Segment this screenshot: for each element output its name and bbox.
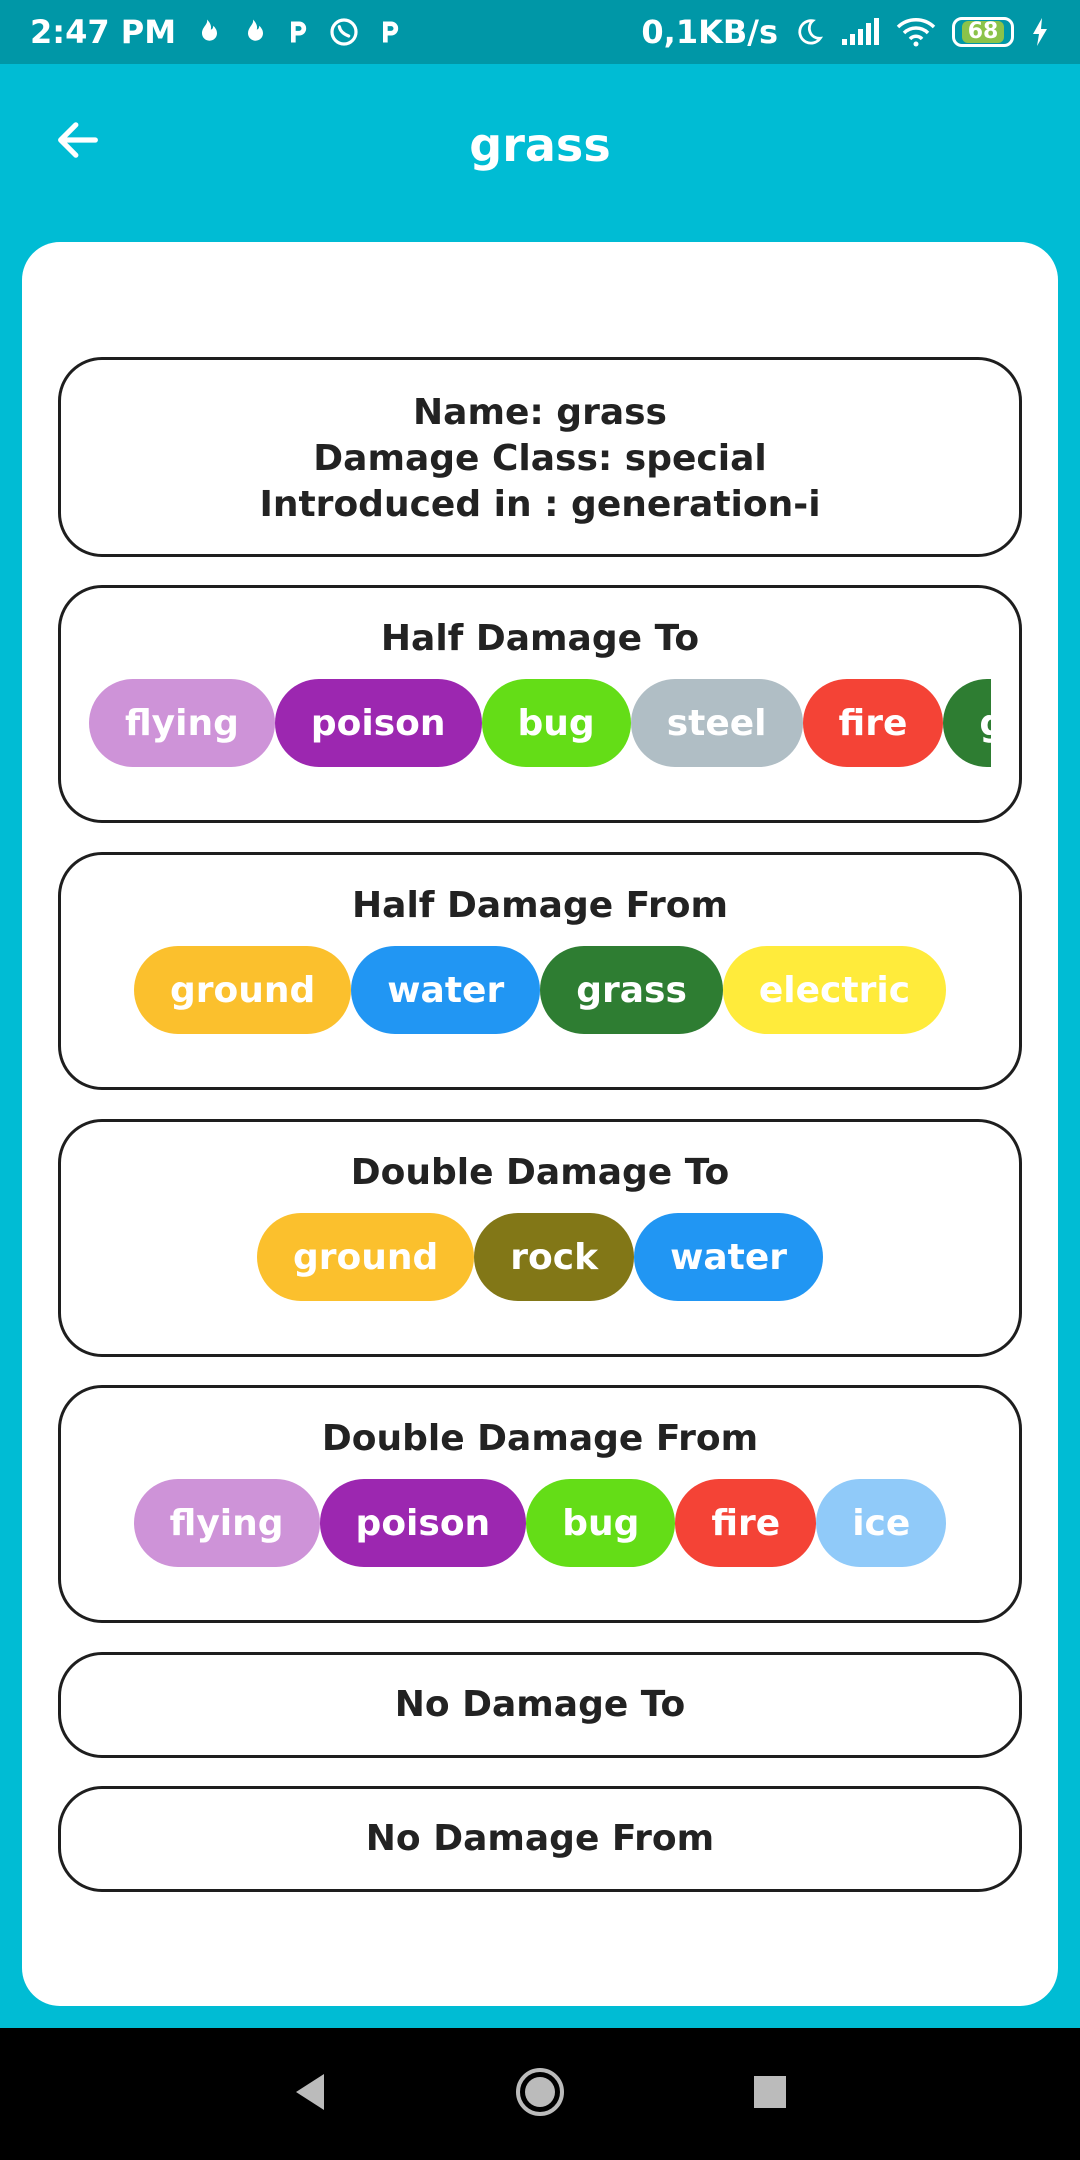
wifi-icon xyxy=(896,17,936,47)
nav-back-button[interactable] xyxy=(280,2064,340,2124)
section-title: Double Damage From xyxy=(321,1418,759,1459)
section-title: Double Damage To xyxy=(350,1152,730,1193)
type-chip-ice[interactable]: ice xyxy=(816,1479,947,1567)
status-right: 0,1KB/s 68 xyxy=(641,13,1050,51)
battery-icon: 68 xyxy=(952,17,1014,47)
half-damage-to-section: Half Damage To flyingpoisonbugsteelfireg… xyxy=(58,585,1022,823)
no-damage-from-section: No Damage From xyxy=(58,1786,1022,1892)
type-chip-ground[interactable]: ground xyxy=(256,1213,475,1301)
p-icon xyxy=(376,17,404,47)
system-nav-bar xyxy=(0,2028,1080,2160)
fire-icon xyxy=(192,17,222,47)
network-speed: 0,1KB/s xyxy=(641,13,778,51)
type-chip-poison[interactable]: poison xyxy=(274,679,482,767)
p-icon xyxy=(284,17,312,47)
nav-home-button[interactable] xyxy=(510,2064,570,2124)
no-damage-to-section: No Damage To xyxy=(58,1652,1022,1758)
half-damage-from-section: Half Damage From ground water grass electri… xyxy=(58,852,1022,1090)
type-chip-flying[interactable]: flying xyxy=(89,679,275,767)
triangle-back-icon xyxy=(290,2070,330,2118)
status-bar: 2:47 PM 0,1KB/s 68 xyxy=(0,0,1080,64)
type-info-section: Name: grass Damage Class: special Introd… xyxy=(58,357,1022,557)
type-chip-grass[interactable]: grass xyxy=(943,679,991,767)
section-title: Half Damage To xyxy=(380,618,700,659)
double-damage-to-section: Double Damage To ground rock water xyxy=(58,1119,1022,1357)
type-chip-poison[interactable]: poison xyxy=(319,1479,527,1567)
chip-list: flying poison bug fire ice xyxy=(61,1479,1019,1567)
chip-list: ground water grass electric xyxy=(61,946,1019,1034)
double-damage-from-section: Double Damage From flying poison bug fire ic… xyxy=(58,1385,1022,1623)
square-recents-icon xyxy=(751,2073,789,2115)
whatsapp-icon xyxy=(328,16,360,48)
type-chip-steel[interactable]: steel xyxy=(630,679,803,767)
section-title: No Damage From xyxy=(365,1818,715,1859)
type-chip-water[interactable]: water xyxy=(634,1213,823,1301)
type-chip-flying[interactable]: flying xyxy=(133,1479,320,1567)
nav-recents-button[interactable] xyxy=(740,2064,800,2124)
type-chip-water[interactable]: water xyxy=(351,946,541,1034)
status-left: 2:47 PM xyxy=(30,13,404,51)
type-chip-rock[interactable]: rock xyxy=(474,1213,635,1301)
type-chip-bug[interactable]: bug xyxy=(526,1479,676,1567)
signal-icon xyxy=(840,17,880,47)
type-chip-grass[interactable]: grass xyxy=(540,946,723,1034)
chip-list: flyingpoisonbugsteelfiregrass xyxy=(89,679,991,767)
type-chip-fire[interactable]: fire xyxy=(675,1479,817,1567)
chip-list: ground rock water xyxy=(61,1213,1019,1301)
moon-icon xyxy=(794,17,824,47)
introduced-generation: Introduced in : generation-i xyxy=(259,484,821,525)
section-title: Half Damage From xyxy=(352,885,728,926)
type-chip-fire[interactable]: fire xyxy=(802,679,944,767)
damage-class: Damage Class: special xyxy=(313,438,767,479)
clock: 2:47 PM xyxy=(30,13,177,51)
type-detail-card: Name: grass Damage Class: special Introd… xyxy=(22,242,1058,2006)
battery-level: 68 xyxy=(961,21,1005,43)
type-name: Name: grass xyxy=(413,392,667,433)
page-title: grass xyxy=(469,118,611,172)
section-title: No Damage To xyxy=(394,1684,686,1725)
circle-home-icon xyxy=(512,2064,568,2124)
type-chip-bug[interactable]: bug xyxy=(481,679,631,767)
type-chip-electric[interactable]: electric xyxy=(722,946,947,1034)
fire-icon xyxy=(238,17,268,47)
charging-icon xyxy=(1030,17,1050,47)
type-chip-ground[interactable]: ground xyxy=(133,946,352,1034)
app-bar: grass xyxy=(0,64,1080,224)
